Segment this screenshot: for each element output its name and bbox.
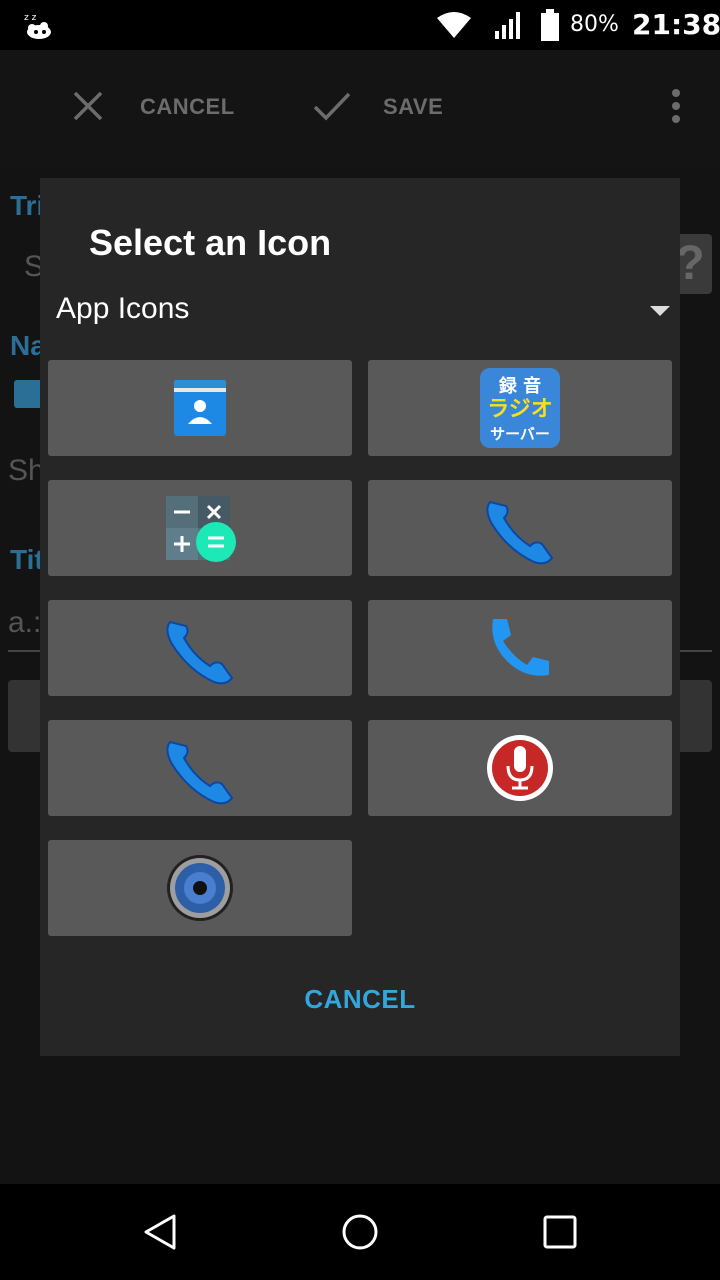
icon-tile-calculator[interactable]: [48, 480, 352, 576]
back-icon[interactable]: [140, 1212, 180, 1252]
icon-tile-speaker[interactable]: [48, 840, 352, 936]
action-bar: CANCEL SAVE: [0, 50, 720, 162]
status-bar: z z 80% 21:38: [0, 0, 720, 50]
navigation-bar: [0, 1184, 720, 1280]
close-icon[interactable]: [72, 90, 104, 122]
cancel-button[interactable]: CANCEL: [140, 94, 235, 120]
home-icon[interactable]: [340, 1212, 380, 1252]
calculator-app-icon: [166, 496, 236, 562]
signal-icon: [495, 12, 520, 39]
radio-text-line2: ラジオ: [487, 397, 553, 422]
phone-app-icon: [166, 620, 234, 685]
dialog-cancel-button[interactable]: CANCEL: [40, 984, 680, 1015]
phone-app-icon: [166, 740, 234, 805]
svg-text:z z: z z: [24, 13, 37, 23]
battery-percent: 80%: [570, 12, 619, 37]
select-icon-dialog: Select an Icon App Icons 録 音 ラジオ サーバー CA…: [40, 178, 680, 1056]
icon-tile-phone-3[interactable]: [48, 720, 352, 816]
battery-icon: [541, 9, 559, 41]
icon-tile-phone-1[interactable]: [368, 480, 672, 576]
icon-tile-radio-server[interactable]: 録 音 ラジオ サーバー: [368, 360, 672, 456]
dropdown-arrow-icon: [650, 306, 670, 316]
speaker-app-icon: [167, 855, 233, 921]
icon-tile-phone-flat[interactable]: [368, 600, 672, 696]
check-icon[interactable]: [312, 90, 352, 122]
notification-icon: z z: [24, 13, 51, 39]
voice-recorder-app-icon: [487, 735, 553, 801]
radio-server-app-icon: 録 音 ラジオ サーバー: [480, 368, 560, 448]
icon-tile-phone-2[interactable]: [48, 600, 352, 696]
bg-label: Tit: [10, 544, 44, 575]
clock: 21:38: [632, 8, 720, 41]
save-button[interactable]: SAVE: [383, 94, 443, 120]
radio-text-line3: サーバー: [490, 425, 550, 443]
recent-apps-icon[interactable]: [542, 1214, 578, 1250]
icon-tile-voice-recorder[interactable]: [368, 720, 672, 816]
phone-flat-app-icon: [492, 619, 549, 676]
dropdown-selected-value: App Icons: [56, 292, 190, 325]
overflow-menu-icon[interactable]: [664, 88, 688, 124]
icon-category-dropdown[interactable]: App Icons: [40, 282, 680, 338]
icon-tile-contacts[interactable]: [48, 360, 352, 456]
dialog-title: Select an Icon: [89, 222, 332, 263]
contacts-app-icon: [174, 380, 226, 436]
phone-app-icon: [486, 500, 554, 565]
wifi-icon: [437, 12, 471, 38]
bg-label: a.:: [8, 606, 42, 639]
radio-text-line1: 録 音: [499, 375, 541, 397]
checkbox[interactable]: [14, 380, 42, 408]
